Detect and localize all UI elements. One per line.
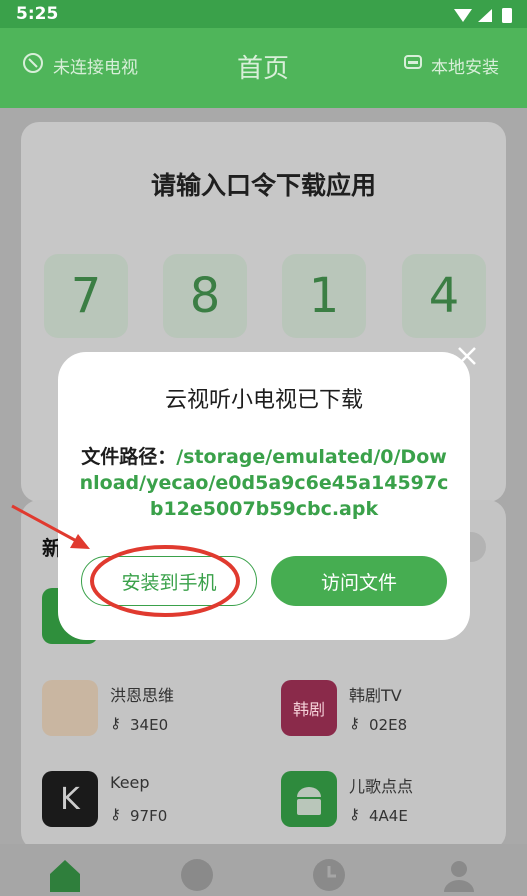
- app-code: 4A4E: [369, 807, 408, 825]
- app-name[interactable]: Keep: [110, 773, 150, 792]
- android-app-icon[interactable]: [281, 771, 337, 827]
- code-digit-2[interactable]: 8: [163, 254, 247, 338]
- android-icon: [297, 787, 321, 815]
- code-digit-3[interactable]: 1: [282, 254, 366, 338]
- profile-icon[interactable]: [442, 858, 476, 892]
- app-name[interactable]: 儿歌点点: [349, 773, 413, 797]
- battery-icon: [502, 8, 512, 23]
- arrow-head: [70, 534, 90, 549]
- code-digit-1[interactable]: 7: [44, 254, 128, 338]
- file-path-label: 文件路径：: [81, 446, 177, 468]
- code-digit-4[interactable]: 4: [402, 254, 486, 338]
- close-icon[interactable]: [455, 344, 479, 368]
- hanju-app-icon[interactable]: 韩剧: [281, 680, 337, 736]
- dialog-title: 云视听小电视已下载: [164, 388, 363, 413]
- app-code: 34E0: [130, 716, 169, 734]
- wifi-icon: [454, 9, 472, 22]
- key-icon: ⚷: [349, 805, 360, 823]
- home-icon[interactable]: [46, 856, 84, 892]
- annotation-overlay: [11, 504, 240, 617]
- keep-app-icon[interactable]: K: [42, 771, 98, 827]
- app-code: 97F0: [130, 807, 168, 825]
- download-heading: 请输入口令下载应用: [150, 171, 376, 200]
- app-name[interactable]: 洪恩思维: [110, 682, 174, 706]
- status-icons: [454, 8, 512, 23]
- page-title: 首页: [237, 54, 290, 84]
- key-icon: ⚷: [110, 805, 121, 823]
- local-install-label[interactable]: 本地安装: [431, 53, 499, 78]
- history-icon[interactable]: [312, 858, 346, 892]
- hongen-app-icon[interactable]: [42, 680, 98, 736]
- discover-icon[interactable]: [180, 858, 214, 892]
- app-name[interactable]: 韩剧TV: [349, 682, 402, 706]
- status-bar: 5:25: [0, 0, 527, 28]
- annotation-arrow: [11, 504, 83, 546]
- app-header: 未连接电视 首页 本地安装: [0, 28, 527, 108]
- tv-disconnect-icon[interactable]: [22, 52, 44, 74]
- key-icon: ⚷: [110, 714, 121, 732]
- status-time: 5:25: [16, 4, 59, 24]
- annotation-circle: [90, 545, 240, 617]
- tv-status-label[interactable]: 未连接电视: [53, 53, 138, 78]
- visit-file-button[interactable]: 访问文件: [271, 556, 447, 606]
- signal-icon: [478, 9, 492, 22]
- local-install-icon[interactable]: [402, 52, 424, 74]
- bottom-nav: [0, 844, 527, 896]
- key-icon: ⚷: [349, 714, 360, 732]
- app-code: 02E8: [369, 716, 408, 734]
